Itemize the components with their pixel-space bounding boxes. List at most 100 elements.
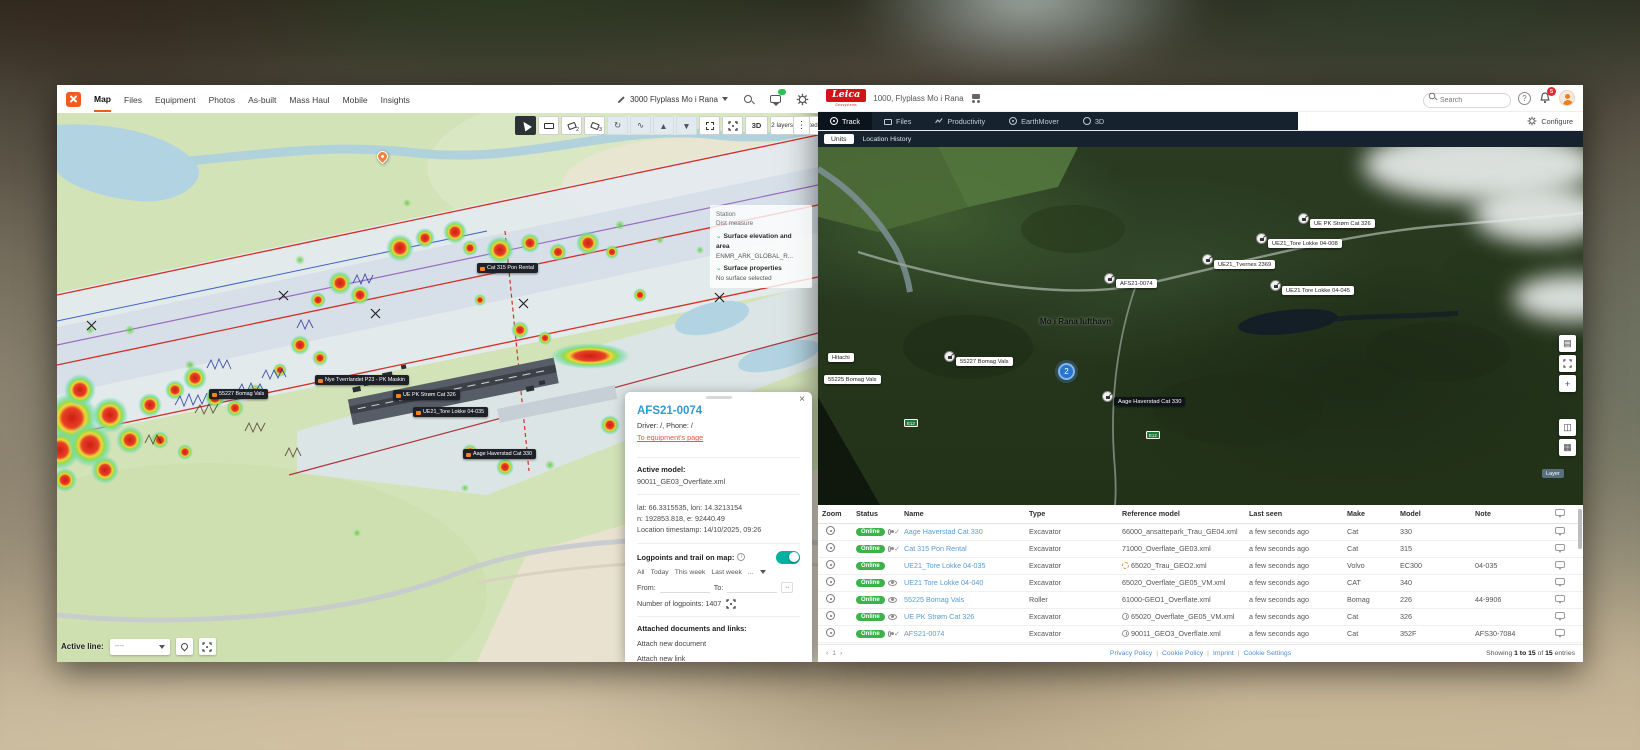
select-tool-button[interactable]	[515, 116, 536, 135]
equipment-map-label[interactable]: 55227 Bomag Vals	[209, 389, 268, 399]
comment-button[interactable]	[1555, 561, 1565, 568]
fullscreen-button[interactable]	[1559, 355, 1576, 372]
unit-link[interactable]: Cat 315 Pon Rental	[904, 544, 967, 553]
fit-logpoints-icon[interactable]	[726, 599, 736, 609]
to-date-input[interactable]	[727, 582, 777, 593]
cookie-policy-link[interactable]: Cookie Policy	[1162, 650, 1203, 657]
unit-map-label[interactable]: UE21 Tore Lokke 04-045	[1282, 286, 1354, 295]
machine-marker-icon[interactable]	[1102, 391, 1113, 402]
layer-tag[interactable]: Layer	[1542, 469, 1564, 478]
filter-all[interactable]: All	[637, 569, 645, 576]
site-map[interactable]: 2 3 ↻ ∿ ▲ ▼ 3D 2 layers selected ⋮ Stati…	[57, 113, 818, 662]
zoom-to-unit-button[interactable]	[826, 577, 835, 586]
visibility-icon[interactable]	[888, 614, 897, 620]
machine-marker-icon[interactable]	[1202, 254, 1213, 265]
satellite-map[interactable]: Mo i Rana lufthavn UE PK Strøm Cat 326 U…	[818, 147, 1583, 505]
equipment-map-label[interactable]: UE21_Tore Lokke 04-035	[413, 407, 488, 417]
equipment-map-label[interactable]: UE PK Strøm Cat 326	[393, 390, 460, 400]
current-page[interactable]: 1	[832, 650, 836, 657]
basemap-button[interactable]: ◫	[1559, 419, 1576, 436]
equipment-map-label[interactable]: Nye Tverrlandet P23 - PK Maskin	[315, 375, 409, 385]
filter-today[interactable]: Today	[651, 569, 669, 576]
unit-map-label[interactable]: 55227 Bomag Vals	[956, 357, 1013, 366]
comment-button[interactable]	[1555, 544, 1565, 551]
unit-link[interactable]: 55225 Bomag Vals	[904, 595, 964, 604]
nav-insights[interactable]: Insights	[381, 87, 410, 111]
unit-link[interactable]: Aage Haverstad Cat 330	[904, 527, 983, 536]
next-page-button[interactable]: ›	[840, 650, 842, 657]
col-model[interactable]: Model	[1396, 505, 1471, 523]
filter-more[interactable]: ...	[748, 569, 754, 576]
unit-map-label[interactable]: UE21_Tvernes 2369	[1214, 260, 1275, 269]
cookie-settings-link[interactable]: Cookie Settings	[1243, 650, 1291, 657]
leica-logo[interactable]: Leica Geosystems	[826, 89, 866, 107]
nav-files[interactable]: Files	[124, 87, 142, 111]
imprint-link[interactable]: Imprint	[1213, 650, 1234, 657]
nav-equipment[interactable]: Equipment	[155, 87, 196, 111]
3d-toggle-button[interactable]: 3D	[745, 116, 768, 135]
zoom-in-button[interactable]: +	[1559, 375, 1576, 392]
surface-elevation-section[interactable]: ⌄Surface elevation and area	[716, 232, 806, 252]
unit-map-label[interactable]: 55225 Bomag Vals	[824, 375, 881, 384]
fit-extent-button[interactable]	[199, 638, 216, 655]
help-button[interactable]: ?	[1518, 92, 1531, 105]
col-reference-model[interactable]: Reference model	[1118, 505, 1245, 523]
privacy-policy-link[interactable]: Privacy Policy	[1110, 650, 1152, 657]
visibility-icon[interactable]	[888, 597, 897, 603]
comment-button[interactable]	[1555, 612, 1565, 619]
layers-panel-button[interactable]: ▤	[1559, 335, 1576, 352]
machine-marker-icon[interactable]	[1256, 233, 1267, 244]
active-line-select[interactable]: ----	[110, 639, 170, 655]
configure-button[interactable]: Configure	[1527, 112, 1583, 130]
nav-as-built[interactable]: As-built	[248, 87, 276, 111]
surface-elevation-value[interactable]: ENMR_ARK_GLOBAL_R...	[716, 252, 806, 261]
unit-map-label[interactable]: AFS21-0074	[1116, 279, 1157, 288]
subtab-location-history[interactable]: Location History	[863, 136, 912, 143]
elevation-down-tool-button[interactable]: ▼	[676, 116, 697, 135]
equipment-map-label[interactable]: Aage Haverstad Cat 330	[463, 449, 536, 459]
zoom-to-unit-button[interactable]	[826, 560, 835, 569]
logpoints-toggle[interactable]	[776, 551, 800, 564]
col-name[interactable]: Name	[900, 505, 1025, 523]
measure-tool-button[interactable]	[538, 116, 559, 135]
panel-drag-handle[interactable]	[706, 396, 732, 399]
info-icon[interactable]: i	[737, 553, 745, 561]
comment-button[interactable]	[1555, 578, 1565, 585]
notifications-button[interactable]: 5	[1538, 91, 1552, 105]
unit-link[interactable]: UE PK Strøm Cat 326	[904, 612, 974, 621]
col-zoom[interactable]: Zoom	[818, 505, 852, 523]
nav-mass-haul[interactable]: Mass Haul	[289, 87, 329, 111]
comment-button[interactable]	[1555, 629, 1565, 636]
nav-mobile[interactable]: Mobile	[343, 87, 368, 111]
col-type[interactable]: Type	[1025, 505, 1118, 523]
nav-map[interactable]: Map	[94, 86, 111, 112]
screenshot-button[interactable]: ▦	[1559, 439, 1576, 456]
zoom-to-unit-button[interactable]	[826, 628, 835, 637]
surface-properties-section[interactable]: ⌄Surface properties	[716, 264, 806, 274]
unit-link[interactable]: AFS21-0074	[904, 629, 944, 638]
close-icon[interactable]: ×	[799, 395, 805, 405]
fit-view-button[interactable]	[722, 116, 743, 135]
subtab-units[interactable]: Units	[824, 134, 854, 144]
visibility-icon[interactable]	[888, 529, 891, 535]
tab-3d[interactable]: 3D	[1071, 112, 1116, 130]
col-make[interactable]: Make	[1343, 505, 1396, 523]
attach-document-button[interactable]: Attach new document	[637, 639, 800, 648]
machine-marker-icon[interactable]	[1104, 273, 1115, 284]
cluster-marker[interactable]: 2	[1058, 363, 1075, 380]
filter-this-week[interactable]: This week	[675, 569, 706, 576]
conx-logo-icon[interactable]	[66, 92, 81, 107]
equipment-page-link[interactable]: To equipment's page	[637, 433, 703, 442]
visibility-icon[interactable]	[888, 580, 897, 586]
attach-link-button[interactable]: Attach new link	[637, 654, 800, 662]
unit-link[interactable]: UE21 Tore Lokke 04-040	[904, 578, 983, 587]
map-more-menu-button[interactable]: ⋮	[793, 116, 810, 135]
table-scrollbar[interactable]	[1578, 509, 1582, 549]
unit-map-label[interactable]: UE PK Strøm Cat 326	[1310, 219, 1375, 228]
unit-map-label-dark[interactable]: Aage Haverstad Cat 330	[1114, 397, 1185, 406]
machine-marker-icon[interactable]	[1270, 280, 1281, 291]
tab-earthmover[interactable]: EarthMover	[997, 112, 1071, 130]
tab-files[interactable]: Files	[872, 112, 923, 130]
slope-tool-button[interactable]: ∿	[630, 116, 651, 135]
zoom-to-unit-button[interactable]	[826, 611, 835, 620]
